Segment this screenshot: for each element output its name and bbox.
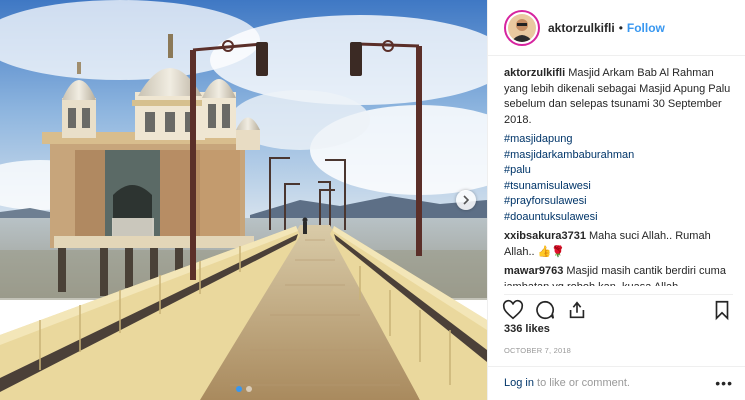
comment-username[interactable]: xxibsakura3731 [504, 230, 586, 242]
next-slide-button[interactable] [456, 190, 476, 210]
caption-username[interactable]: aktorzulkifli [504, 67, 565, 79]
likes-count[interactable]: 336 likes [504, 323, 550, 335]
avatar[interactable] [504, 9, 540, 46]
comment: mawar9763 Masjid masih cantik berdiri cu… [504, 264, 731, 286]
follow-button[interactable]: Follow [627, 21, 665, 35]
chevron-right-icon [463, 195, 470, 205]
comments-section: aktorzulkifli Masjid Arkam Bab Al Rahman… [504, 66, 731, 286]
header-username[interactable]: aktorzulkifli [548, 21, 615, 35]
comment-icon[interactable] [534, 299, 556, 321]
hashtag-link[interactable]: #masjidarkambaburahman [504, 148, 731, 164]
avatar-photo [508, 13, 536, 42]
user-portrait-icon [508, 13, 536, 42]
hashtag-link[interactable]: #masjidapung [504, 132, 731, 148]
bookmark-icon[interactable] [711, 299, 733, 321]
carousel-dot [245, 386, 252, 392]
mosque-bridge-photo [0, 0, 487, 400]
login-link[interactable]: Log in [504, 377, 534, 389]
post-side-panel: aktorzulkifli • Follow aktorzulkifli Mas… [487, 0, 745, 400]
heart-icon[interactable] [502, 299, 524, 321]
login-prompt-text: to like or comment. [533, 377, 630, 389]
more-options-icon[interactable]: ••• [715, 375, 733, 391]
instagram-post: aktorzulkifli • Follow aktorzulkifli Mas… [0, 0, 745, 400]
hashtag-link[interactable]: #palu [504, 163, 731, 179]
header-separator: • [618, 20, 623, 35]
comment-emoji: 👍🌹 [537, 245, 566, 258]
post-date: OCTOBER 7, 2018 [504, 346, 572, 355]
carousel-dot-active [235, 386, 242, 392]
login-prompt: Log in to like or comment. ••• [488, 366, 745, 400]
hashtag-list: #masjidapung #masjidarkambaburahman #pal… [504, 132, 731, 225]
share-icon[interactable] [566, 299, 588, 321]
hashtag-link[interactable]: #tsunamisulawesi [504, 179, 731, 195]
hashtag-link[interactable]: #doauntuksulawesi [504, 210, 731, 226]
caption: aktorzulkifli Masjid Arkam Bab Al Rahman… [504, 66, 731, 128]
carousel-indicator [0, 386, 487, 392]
post-header: aktorzulkifli • Follow [488, 0, 745, 56]
comment-username[interactable]: mawar9763 [504, 265, 563, 277]
comment: xxibsakura3731 Maha suci Allah.. Rumah A… [504, 229, 731, 260]
post-photo[interactable] [0, 0, 487, 400]
action-bar [502, 294, 733, 325]
hashtag-link[interactable]: #prayforsulawesi [504, 194, 731, 210]
